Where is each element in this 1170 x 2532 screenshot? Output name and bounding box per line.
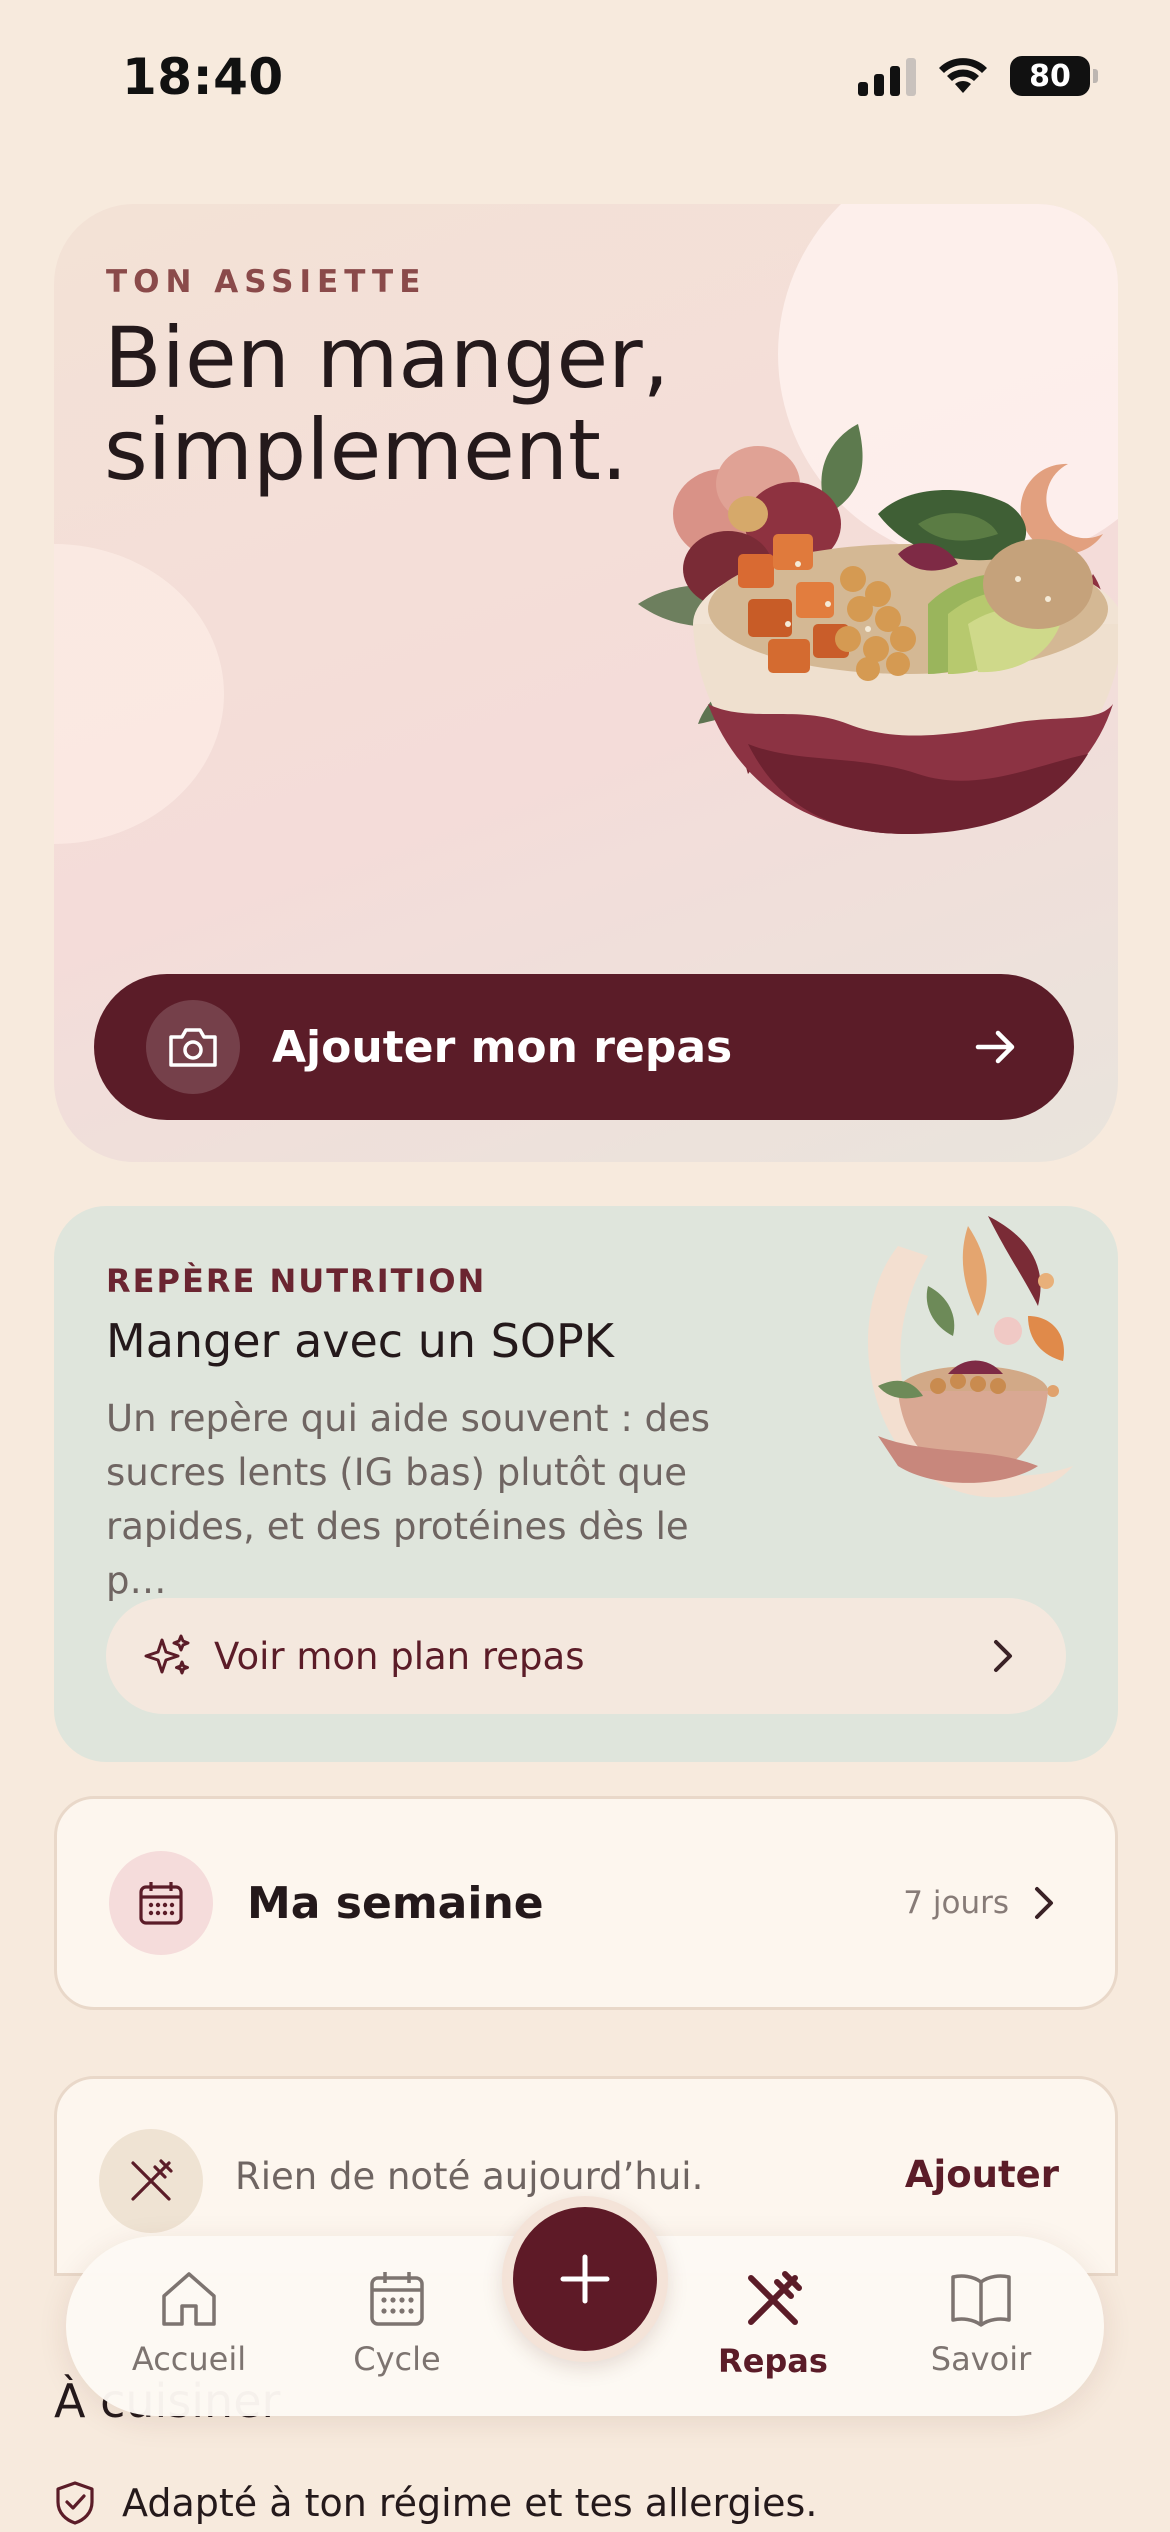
- sparkles-icon: [144, 1632, 192, 1680]
- calendar-icon: [109, 1851, 213, 1955]
- food-bowl-illustration: [638, 424, 1118, 834]
- diet-note-text: Adapté à ton régime et tes allergies.: [122, 2481, 818, 2525]
- week-title: Ma semaine: [247, 1877, 544, 1929]
- plus-icon: [560, 2254, 610, 2304]
- hero-title-line: Bien manger,: [104, 309, 670, 407]
- shield-check-icon: [56, 2481, 94, 2525]
- fab-inner: [513, 2207, 657, 2351]
- home-icon: [162, 2272, 216, 2326]
- week-meta: 7 jours: [903, 1885, 1009, 1921]
- nutrition-card[interactable]: REPÈRE NUTRITION Manger avec un SOPK Un …: [54, 1206, 1118, 1762]
- hero-eyebrow: TON ASSIETTE: [106, 264, 427, 300]
- tab-accueil[interactable]: Accueil: [104, 2268, 274, 2398]
- chevron-right-icon: [992, 1638, 1014, 1674]
- nutrition-title: Manger avec un SOPK: [106, 1314, 614, 1368]
- meal-plan-label: Voir mon plan repas: [214, 1634, 585, 1678]
- battery-level: 80: [1029, 58, 1071, 94]
- tab-label: Savoir: [930, 2340, 1032, 2378]
- utensils-crossed-icon: [99, 2129, 203, 2233]
- tab-repas[interactable]: Repas: [688, 2268, 858, 2398]
- tab-label: Cycle: [353, 2340, 441, 2378]
- nutrition-eyebrow: REPÈRE NUTRITION: [106, 1262, 487, 1300]
- hero-card: TON ASSIETTE Bien manger, simplement. Aj…: [54, 204, 1118, 1162]
- meal-plan-button[interactable]: Voir mon plan repas: [106, 1598, 1066, 1714]
- nutrition-bowl-illustration: [868, 1216, 1073, 1498]
- hero-decor-circle: [54, 544, 224, 844]
- nutrition-description: Un repère qui aide souvent : des sucres …: [106, 1397, 711, 1602]
- add-today-button[interactable]: Ajouter: [905, 2153, 1059, 2196]
- tab-label: Repas: [718, 2342, 828, 2380]
- status-bar: 18:40 80: [0, 0, 1170, 150]
- diet-note: Adapté à ton régime et tes allergies.: [54, 2480, 817, 2526]
- tab-savoir[interactable]: Savoir: [896, 2268, 1066, 2398]
- tab-label: Accueil: [131, 2340, 247, 2378]
- add-meal-button[interactable]: Ajouter mon repas: [94, 974, 1074, 1120]
- add-meal-label: Ajouter mon repas: [272, 1021, 733, 1073]
- add-fab-button[interactable]: [502, 2196, 668, 2362]
- week-card[interactable]: Ma semaine 7 jours: [54, 1796, 1118, 2010]
- wifi-icon: [939, 58, 987, 93]
- cellular-signal-icon: [858, 56, 916, 96]
- calendar-icon: [370, 2272, 424, 2326]
- book-icon: [951, 2274, 1011, 2327]
- status-time: 18:40: [122, 48, 284, 106]
- chevron-right-icon: [1033, 1885, 1055, 1921]
- camera-icon: [146, 1000, 240, 1094]
- today-empty-text: Rien de noté aujourd’hui.: [235, 2155, 704, 2198]
- arrow-right-icon: [974, 1027, 1018, 1067]
- status-icons: 80: [858, 56, 1098, 96]
- battery-icon: 80: [1010, 56, 1098, 96]
- utensils-icon: [748, 2271, 802, 2325]
- tab-cycle[interactable]: Cycle: [312, 2268, 482, 2398]
